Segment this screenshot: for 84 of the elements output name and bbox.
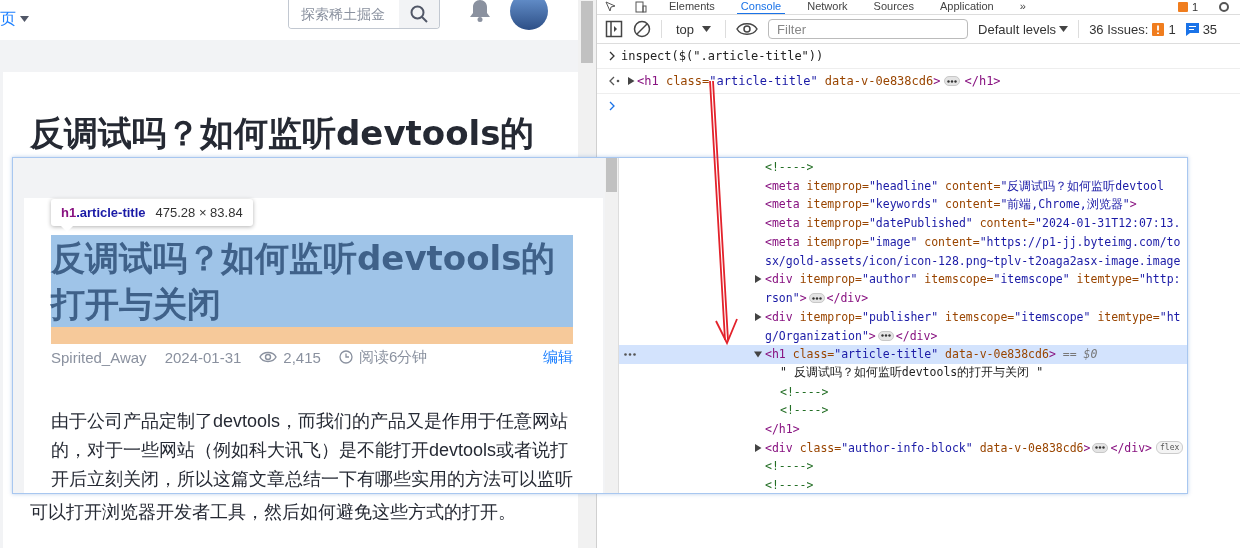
dots-icon bbox=[811, 296, 822, 300]
cursor-icon[interactable] bbox=[605, 1, 617, 13]
message-icon[interactable] bbox=[1185, 22, 1199, 36]
ellipsis-button[interactable] bbox=[1092, 442, 1109, 453]
code-text: </div> bbox=[826, 291, 869, 306]
ellipsis-button[interactable] bbox=[808, 293, 825, 304]
filter-field[interactable]: Filter bbox=[768, 19, 969, 39]
view-count: 2,415 bbox=[283, 348, 321, 366]
more-icon[interactable] bbox=[624, 352, 636, 356]
devtools-tab[interactable]: Application bbox=[935, 0, 998, 14]
nav-menu-link[interactable]: 页 bbox=[0, 9, 16, 30]
eye-icon bbox=[259, 351, 278, 363]
code-text: " 反调试吗？如何监听devtools的打开与关闭 " bbox=[780, 365, 1044, 381]
issues-count: 1 bbox=[1191, 1, 1198, 13]
code-text: </h1> bbox=[765, 421, 800, 436]
ellipsis-button[interactable] bbox=[944, 76, 961, 86]
warning-count: 1 bbox=[1168, 21, 1176, 37]
article-title: 反调试吗？如何监听devtools的打开与关闭 bbox=[51, 237, 557, 326]
devtools-tab[interactable]: Elements bbox=[665, 0, 719, 14]
article-title: 反调试吗？如何监听devtools的 bbox=[30, 112, 536, 155]
code-text: <!----> bbox=[765, 160, 814, 175]
code-text: g/Organization"> bbox=[765, 328, 876, 343]
search-button[interactable] bbox=[399, 0, 439, 28]
code-text: <meta itemprop="image" content="https://p1-jj.byteimg.com/to bbox=[765, 235, 1181, 250]
code-text: <div itemprop="author" itemscope="itemscope" itemtype="http: bbox=[765, 272, 1181, 287]
devtools-tab[interactable]: Network bbox=[803, 0, 852, 14]
code-text: rson"> bbox=[765, 291, 807, 306]
ellipsis-button[interactable] bbox=[877, 330, 894, 341]
caret-icon bbox=[1059, 26, 1069, 32]
more-tabs-button[interactable]: » bbox=[1015, 0, 1030, 14]
article-paragraph: 由于公司产品定制了devtools，而我们的产品又是作用于任意网站的，对于一些网站（例如科大讯飞）是不能打开devtools或者说打开后立刻关闭，所以这篇文章总结一下有哪些实用的方法可以监听 bbox=[51, 410, 574, 491]
caret-icon bbox=[20, 16, 29, 22]
code-text: <!----> bbox=[765, 459, 814, 474]
code-text: <meta itemprop="datePublished" content="2024-01-31T12:07:13. bbox=[765, 216, 1181, 231]
element-size: 475.28 × 83.84 bbox=[155, 205, 243, 220]
device-icon[interactable] bbox=[635, 1, 647, 13]
code-text: <h1 class="article-title" data-v-0e838cd6> bbox=[765, 347, 1056, 362]
console-command-text: inspect($(".article-title")) bbox=[621, 49, 824, 63]
selected-marker: == $0 bbox=[1062, 347, 1098, 362]
eye-icon[interactable] bbox=[736, 22, 759, 36]
devtools-tab[interactable]: Console bbox=[736, 0, 786, 14]
code-text: <h1 class="article-title" data-v-0e838cd6> bbox=[637, 74, 941, 88]
log-levels-dropdown[interactable]: Default levels bbox=[978, 21, 1069, 37]
search-field[interactable]: 探索稀土掘金 bbox=[288, 0, 440, 29]
devtools-tab[interactable]: Sources bbox=[869, 0, 918, 14]
bell-icon[interactable] bbox=[470, 0, 490, 22]
edit-link[interactable]: 编辑 bbox=[543, 347, 573, 367]
layout-badge[interactable]: flex bbox=[1156, 441, 1184, 455]
triangle-icon[interactable] bbox=[754, 275, 762, 284]
code-text: <!----> bbox=[780, 403, 829, 418]
code-text: <!----> bbox=[780, 384, 829, 399]
element-selector: h1.article-title bbox=[61, 205, 146, 220]
code-text: </div> bbox=[895, 328, 938, 343]
triangle-icon[interactable] bbox=[754, 350, 762, 359]
context-dropdown[interactable]: top bbox=[672, 19, 716, 39]
code-text: <!----> bbox=[765, 478, 814, 493]
code-text: </h1> bbox=[964, 74, 1001, 88]
publish-date: 2024-01-31 bbox=[164, 348, 242, 366]
code-text: </div> bbox=[1110, 440, 1152, 455]
caret-icon bbox=[702, 26, 712, 32]
clock-icon bbox=[338, 350, 353, 364]
triangle-icon[interactable] bbox=[754, 443, 762, 452]
article-paragraph: 可以打开浏览器开发者工具，然后如何避免这些方式的打开。 bbox=[30, 501, 517, 524]
chevron-icon bbox=[609, 51, 615, 61]
sidebar-icon[interactable] bbox=[605, 20, 623, 38]
read-time: 阅读6分钟 bbox=[358, 347, 428, 367]
chevron-icon[interactable] bbox=[609, 101, 615, 111]
dots-icon bbox=[947, 79, 958, 83]
search-icon bbox=[410, 5, 428, 23]
code-text: <meta itemprop="keywords" content="前端,Chrome,浏览器"> bbox=[765, 197, 1137, 213]
clear-console-icon[interactable] bbox=[633, 20, 651, 38]
avatar[interactable] bbox=[510, 0, 548, 30]
issues-label: 36 Issues: bbox=[1089, 21, 1149, 37]
code-text: <div itemprop="publisher" itemscope="itemscope" itemtype="ht bbox=[765, 309, 1181, 324]
code-text: sx/gold-assets/icon/icon-128.png~tplv-t2oaga2asx-image.image bbox=[765, 253, 1181, 268]
triangle-icon[interactable] bbox=[754, 312, 762, 321]
dots-icon bbox=[1095, 446, 1106, 450]
code-text: <meta itemprop="headline" content="反调试吗？如何监听devtool bbox=[765, 178, 1164, 194]
triangle-icon[interactable] bbox=[627, 77, 635, 85]
code-text: <div class="author-info-block" data-v-0e838cd6> bbox=[765, 440, 1091, 455]
dots-icon bbox=[880, 334, 891, 338]
scrollbar[interactable] bbox=[605, 158, 618, 493]
info-count: 35 bbox=[1202, 21, 1218, 37]
return-arrow-icon bbox=[609, 76, 621, 86]
